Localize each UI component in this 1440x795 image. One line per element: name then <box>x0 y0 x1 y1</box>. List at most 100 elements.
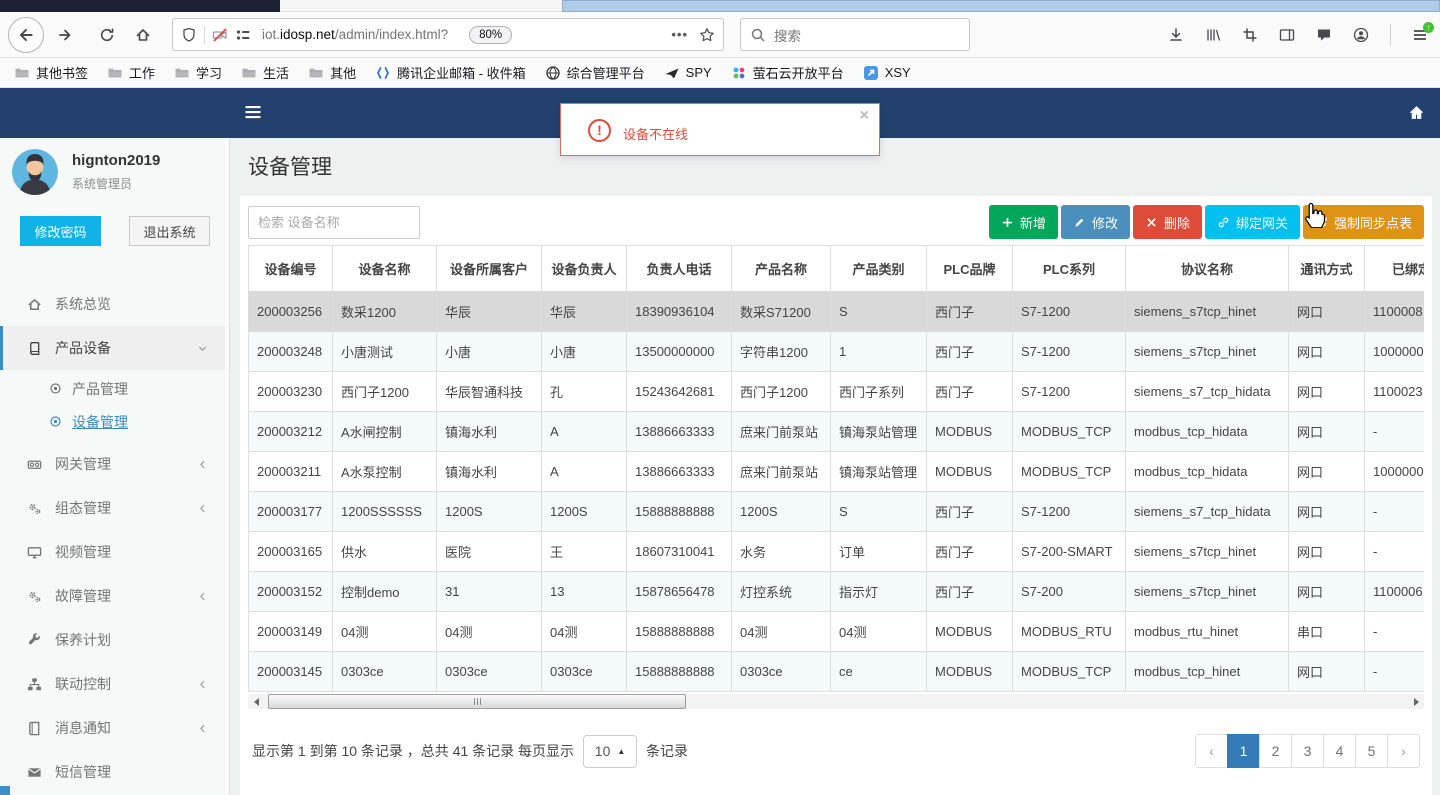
app-home-icon[interactable] <box>1408 104 1425 121</box>
sidebar-item[interactable]: 网关管理 <box>0 442 225 486</box>
table-cell: 18390936104 <box>626 291 732 332</box>
table-row[interactable]: 200003152 控制demo 31 13 15878656478 灯控系统 指示灯 西门子… <box>248 571 1424 612</box>
alert-toast: ! 设备不在线 × <box>560 103 880 156</box>
bookmark-item[interactable]: XSY <box>863 65 911 81</box>
table-row[interactable]: 200003212 A水闸控制 镇海水利 A 13886663333 庶来门前泵站 镇海泵站… <box>248 411 1424 452</box>
active-tab[interactable] <box>0 0 280 12</box>
summary-text: 显示第 1 到第 10 条记录 ，总共 41 条记录 每页显示 <box>252 743 575 759</box>
zoom-level-badge[interactable]: 80% <box>469 25 513 44</box>
delete-button[interactable]: 删除 <box>1132 205 1202 239</box>
scroll-left-arrow[interactable] <box>248 694 263 709</box>
bookmark-item[interactable]: 萤石云开放平台 <box>731 63 844 82</box>
table-row[interactable]: 200003177 1200SSSSSS 1200S 1200S 15888888888… <box>248 491 1424 532</box>
pagination-page[interactable]: 2 <box>1259 734 1292 768</box>
pagination-page[interactable]: 5 <box>1355 734 1388 768</box>
bookmark-label: SPY <box>685 65 712 80</box>
page-size-select[interactable]: 10 ▲ <box>583 734 638 768</box>
alert-close-icon[interactable]: × <box>860 107 869 125</box>
horizontal-scrollbar[interactable] <box>248 694 1424 709</box>
pagination-page[interactable]: 3 <box>1291 734 1324 768</box>
blocked-content-icon[interactable] <box>212 27 228 43</box>
sidebar-subitem[interactable]: 设备管理 <box>0 405 225 438</box>
bookmark-item[interactable]: 学习 <box>174 63 222 82</box>
device-table-wrap: 设备编号 设备名称 设备所属客户 设备负责人 负责人电话 产品名称 产品类别 PLC品牌 PLC… <box>248 245 1424 692</box>
sidebar-subitem-label: 设备管理 <box>72 413 128 430</box>
pagination-page[interactable]: 4 <box>1323 734 1356 768</box>
bind-gateway-button[interactable]: 绑定网关 <box>1204 205 1300 239</box>
sidebar-item[interactable]: 产品设备 <box>0 326 225 370</box>
caret-up-icon: ▲ <box>617 746 626 756</box>
sidebar-item[interactable]: 故障管理 <box>0 574 225 618</box>
site-permissions-icon[interactable] <box>235 27 251 43</box>
table-row[interactable]: 200003165 供水 医院王 18607310041 水务 订单 西门子 S7-200-S… <box>248 531 1424 572</box>
reload-button[interactable] <box>92 20 122 50</box>
table-row[interactable]: 200003145 0303ce 0303ce 0303ce 15888888888 03… <box>248 651 1424 692</box>
chat-icon[interactable] <box>1316 27 1332 43</box>
table-row[interactable]: 200003248 小唐测试 小唐 小唐 13500000000 字符串1200 1 西门子 S… <box>248 331 1424 372</box>
table-row[interactable]: 200003211 A水泵控制 镇海水利 A 13886663333 庶来门前泵站 镇海泵站… <box>248 451 1424 492</box>
scroll-right-arrow[interactable] <box>1409 694 1424 709</box>
bookmark-item[interactable]: 其他书签 <box>14 63 88 82</box>
table-cell: 华辰 <box>541 291 627 332</box>
table-cell: S7-1200 <box>1012 371 1126 412</box>
sidebar-item[interactable]: 短信管理 <box>0 750 225 794</box>
table-cell: 200003149 <box>248 611 333 652</box>
sidebar-item[interactable]: 保养计划 <box>0 618 225 662</box>
device-search-input[interactable] <box>248 205 420 239</box>
forward-button[interactable] <box>50 20 80 50</box>
change-password-button[interactable]: 修改密码 <box>20 216 101 246</box>
back-button[interactable] <box>8 16 44 53</box>
scrollbar-thumb[interactable] <box>268 694 686 709</box>
account-icon[interactable] <box>1353 27 1369 43</box>
sidebar-item[interactable]: 组态管理 <box>0 486 225 530</box>
page-actions-icon[interactable]: ••• <box>671 27 688 42</box>
url-bar[interactable]: iot.idosp.net/admin/index.html? 80% ••• <box>172 18 724 51</box>
pagination-page[interactable]: 1 <box>1227 734 1260 768</box>
sidebar-item[interactable]: 系统总览 <box>0 282 225 326</box>
circle-dot-icon <box>49 415 62 428</box>
pagination-prev[interactable]: ‹ <box>1195 734 1228 768</box>
bookmark-item[interactable]: 其他 <box>308 63 356 82</box>
bookmark-item[interactable]: 综合管理平台 <box>545 63 645 82</box>
table-cell: MODBUS <box>926 411 1013 452</box>
bookmark-item[interactable]: SPY <box>664 65 712 81</box>
shield-icon[interactable] <box>181 27 197 43</box>
product-icon <box>27 341 42 356</box>
library-icon[interactable] <box>1205 27 1221 43</box>
table-row[interactable]: 200003230 西门子1200 华辰智通科技孔 15243642681 西门子120… <box>248 371 1424 412</box>
column-header: PLC品牌 <box>926 245 1013 292</box>
wrench-icon <box>27 632 42 648</box>
table-cell: 0303ce <box>731 651 831 692</box>
bookmark-item[interactable]: 生活 <box>241 63 289 82</box>
table-cell: 13 <box>541 571 627 612</box>
logout-button[interactable]: 退出系统 <box>129 216 210 246</box>
sidebar-item[interactable]: 视频管理 <box>0 530 225 574</box>
table-cell: 1200S <box>541 491 627 532</box>
sidebar-toggle-icon[interactable] <box>243 102 263 122</box>
table-cell: siemens_s7tcp_hinet <box>1125 331 1289 372</box>
browser-search-box[interactable]: 搜索 <box>740 18 970 51</box>
bookmark-star-icon[interactable] <box>699 27 715 43</box>
download-icon[interactable] <box>1168 27 1184 43</box>
tab-strip-highlight <box>562 0 1440 12</box>
add-button[interactable]: 新增 <box>988 205 1058 239</box>
table-cell: 200003145 <box>248 651 333 692</box>
sidebar-item[interactable]: 联动控制 <box>0 662 225 706</box>
table-cell: modbus_tcp_hinet <box>1125 651 1289 692</box>
pagination-next[interactable]: › <box>1387 734 1420 768</box>
sidebar-item[interactable]: 消息通知 <box>0 706 225 750</box>
force-sync-button[interactable]: 强制同步点表 <box>1302 205 1424 239</box>
menu-icon[interactable]: ↑ <box>1412 21 1434 43</box>
bookmark-item[interactable]: 工作 <box>107 63 155 82</box>
device-table: 设备编号 设备名称 设备所属客户 设备负责人 负责人电话 产品名称 产品类别 PLC品牌 PLC… <box>248 245 1424 692</box>
table-cell: 200003211 <box>248 451 333 492</box>
bookmark-item[interactable]: 腾讯企业邮箱 - 收件箱 <box>375 63 526 82</box>
sidebar-subitem[interactable]: 产品管理 <box>0 372 225 405</box>
edit-button[interactable]: 修改 <box>1060 205 1130 239</box>
table-row[interactable]: 200003256 数采1200 华辰 华辰 18390936104 数采S71200 S 西… <box>248 291 1424 332</box>
sidebars-icon[interactable] <box>1279 27 1295 43</box>
table-row[interactable]: 200003149 04测 04测 04测 15888888888 04测 04测 MODBU… <box>248 611 1424 652</box>
table-cell: 1100023 <box>1364 371 1424 412</box>
screenshot-icon[interactable] <box>1242 27 1258 43</box>
browser-home-button[interactable] <box>128 20 158 50</box>
